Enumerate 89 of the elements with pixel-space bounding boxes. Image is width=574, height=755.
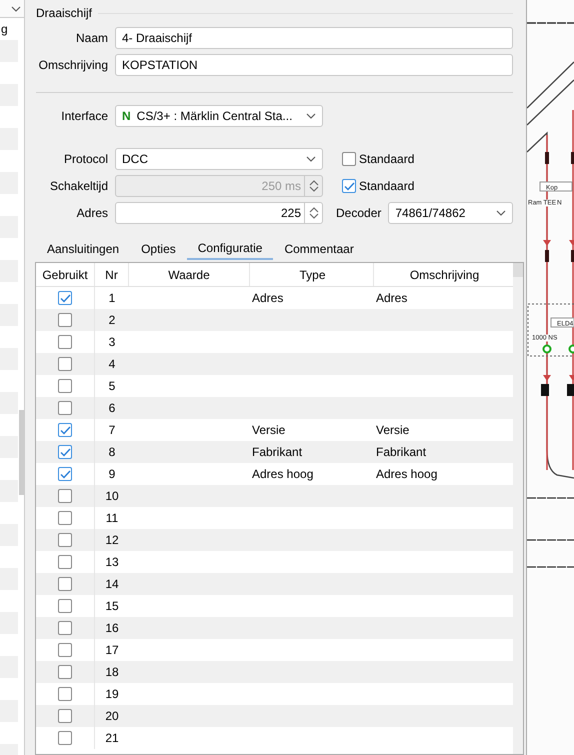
table-cell-text: 11	[104, 510, 120, 527]
table-cell: Fabrikant	[376, 445, 426, 459]
table-cell: Versie	[252, 423, 286, 437]
table-cell: Versie	[376, 423, 410, 437]
splitter-handle[interactable]	[19, 410, 24, 495]
table-cell-text: 12	[104, 532, 120, 549]
dropdown-value: DCC	[122, 151, 148, 168]
table-cell-text: 3	[108, 334, 116, 351]
table-cell: Adres hoog	[252, 467, 314, 481]
text-field[interactable]: 4- Draaischijf	[115, 27, 513, 49]
checkbox[interactable]	[58, 709, 72, 723]
column-header[interactable]: Omschrijving	[374, 266, 513, 284]
table-cell: Adres	[252, 291, 284, 305]
checkbox[interactable]	[58, 357, 72, 371]
table-cell-text: 19	[104, 686, 120, 703]
spinner-arrows-icon	[308, 179, 318, 193]
checkbox-label: Standaard	[359, 178, 414, 195]
column-header[interactable]: Type	[250, 263, 374, 286]
checkbox[interactable]	[58, 379, 72, 393]
interface-dropdown[interactable]: N CS/3+ : Märklin Central Sta...	[115, 105, 323, 127]
table-cell-text: 17	[104, 642, 120, 659]
table-cell-text: 18	[104, 664, 120, 681]
checkbox[interactable]	[58, 731, 72, 745]
decoder-dropdown[interactable]: 74861/74862	[388, 202, 513, 224]
tab[interactable]: Opties	[130, 238, 187, 260]
table-cell-text: 7	[108, 422, 116, 439]
spinner-arrows-icon	[308, 206, 318, 220]
field-label: Adres	[76, 205, 108, 222]
protocol-dropdown[interactable]: DCC	[115, 148, 323, 170]
table-cell-text: 15	[104, 598, 120, 615]
checkbox[interactable]	[58, 599, 72, 613]
text-field[interactable]: KOPSTATION	[115, 54, 513, 76]
table-cell-text: 14	[104, 576, 120, 593]
tab[interactable]: Commentaar	[273, 238, 365, 260]
number-spinbox[interactable]: 225	[115, 202, 323, 224]
checkbox[interactable]	[58, 577, 72, 591]
table-cell: Fabrikant	[252, 445, 302, 459]
table-cell-text: 16	[104, 620, 120, 637]
table-cell-text: 2	[108, 312, 116, 329]
checkbox[interactable]	[58, 401, 72, 415]
status-letter: N	[122, 108, 131, 125]
dropdown-value: 74861/74862	[395, 205, 466, 222]
checkbox[interactable]	[58, 291, 72, 305]
checkbox[interactable]	[58, 467, 72, 481]
field-label: Protocol	[62, 151, 108, 168]
checkbox[interactable]	[58, 335, 72, 349]
list-item[interactable]: g	[0, 18, 18, 40]
table-cell-text: 4	[108, 356, 116, 373]
field-label: Naam	[74, 30, 108, 47]
field-label: Omschrijving	[38, 57, 108, 74]
table-cell-text: 10	[104, 488, 120, 505]
table-cell-text: 20	[104, 708, 120, 725]
checkbox[interactable]	[58, 423, 72, 437]
tab[interactable]: Configuratie	[186, 238, 274, 260]
table-cell-text: 1	[108, 290, 116, 307]
table-cell-text: 8	[108, 444, 116, 461]
caret-icon	[496, 210, 506, 216]
caret-icon[interactable]	[11, 6, 21, 12]
field-label: Interface	[60, 108, 108, 125]
table-cell-text: 5	[108, 378, 116, 395]
checkbox[interactable]	[58, 511, 72, 525]
checkbox[interactable]	[58, 687, 72, 701]
tab[interactable]: Aansluitingen	[36, 238, 130, 260]
column-header[interactable]: Nr	[95, 263, 129, 286]
dropdown-value: CS/3+ : Märklin Central Sta...	[136, 108, 292, 125]
field-label: Schakeltijd	[48, 178, 108, 195]
caret-icon	[306, 113, 316, 119]
checkbox[interactable]	[58, 665, 72, 679]
column-header[interactable]: Waarde	[129, 263, 250, 286]
checkbox[interactable]	[58, 313, 72, 327]
table-cell: Adres	[376, 291, 408, 305]
table-cell-text: 6	[108, 400, 116, 417]
checkbox[interactable]	[58, 621, 72, 635]
group-title: Draaischijf	[36, 5, 92, 22]
scrollbar[interactable]	[513, 263, 523, 754]
table-cell-text: 21	[104, 730, 120, 747]
field-label: Decoder	[336, 205, 382, 222]
checkbox[interactable]	[342, 152, 356, 166]
column-header[interactable]: Gebruikt	[36, 263, 95, 286]
table-cell: Adres hoog	[376, 467, 438, 481]
checkbox-label: Standaard	[359, 151, 414, 168]
table-cell-text: 9	[108, 466, 116, 483]
checkbox[interactable]	[58, 555, 72, 569]
checkbox[interactable]	[58, 533, 72, 547]
caret-icon	[306, 156, 316, 162]
checkbox[interactable]	[58, 643, 72, 657]
checkbox[interactable]	[58, 489, 72, 503]
table-cell-text: 13	[104, 554, 120, 571]
checkbox[interactable]	[58, 445, 72, 459]
